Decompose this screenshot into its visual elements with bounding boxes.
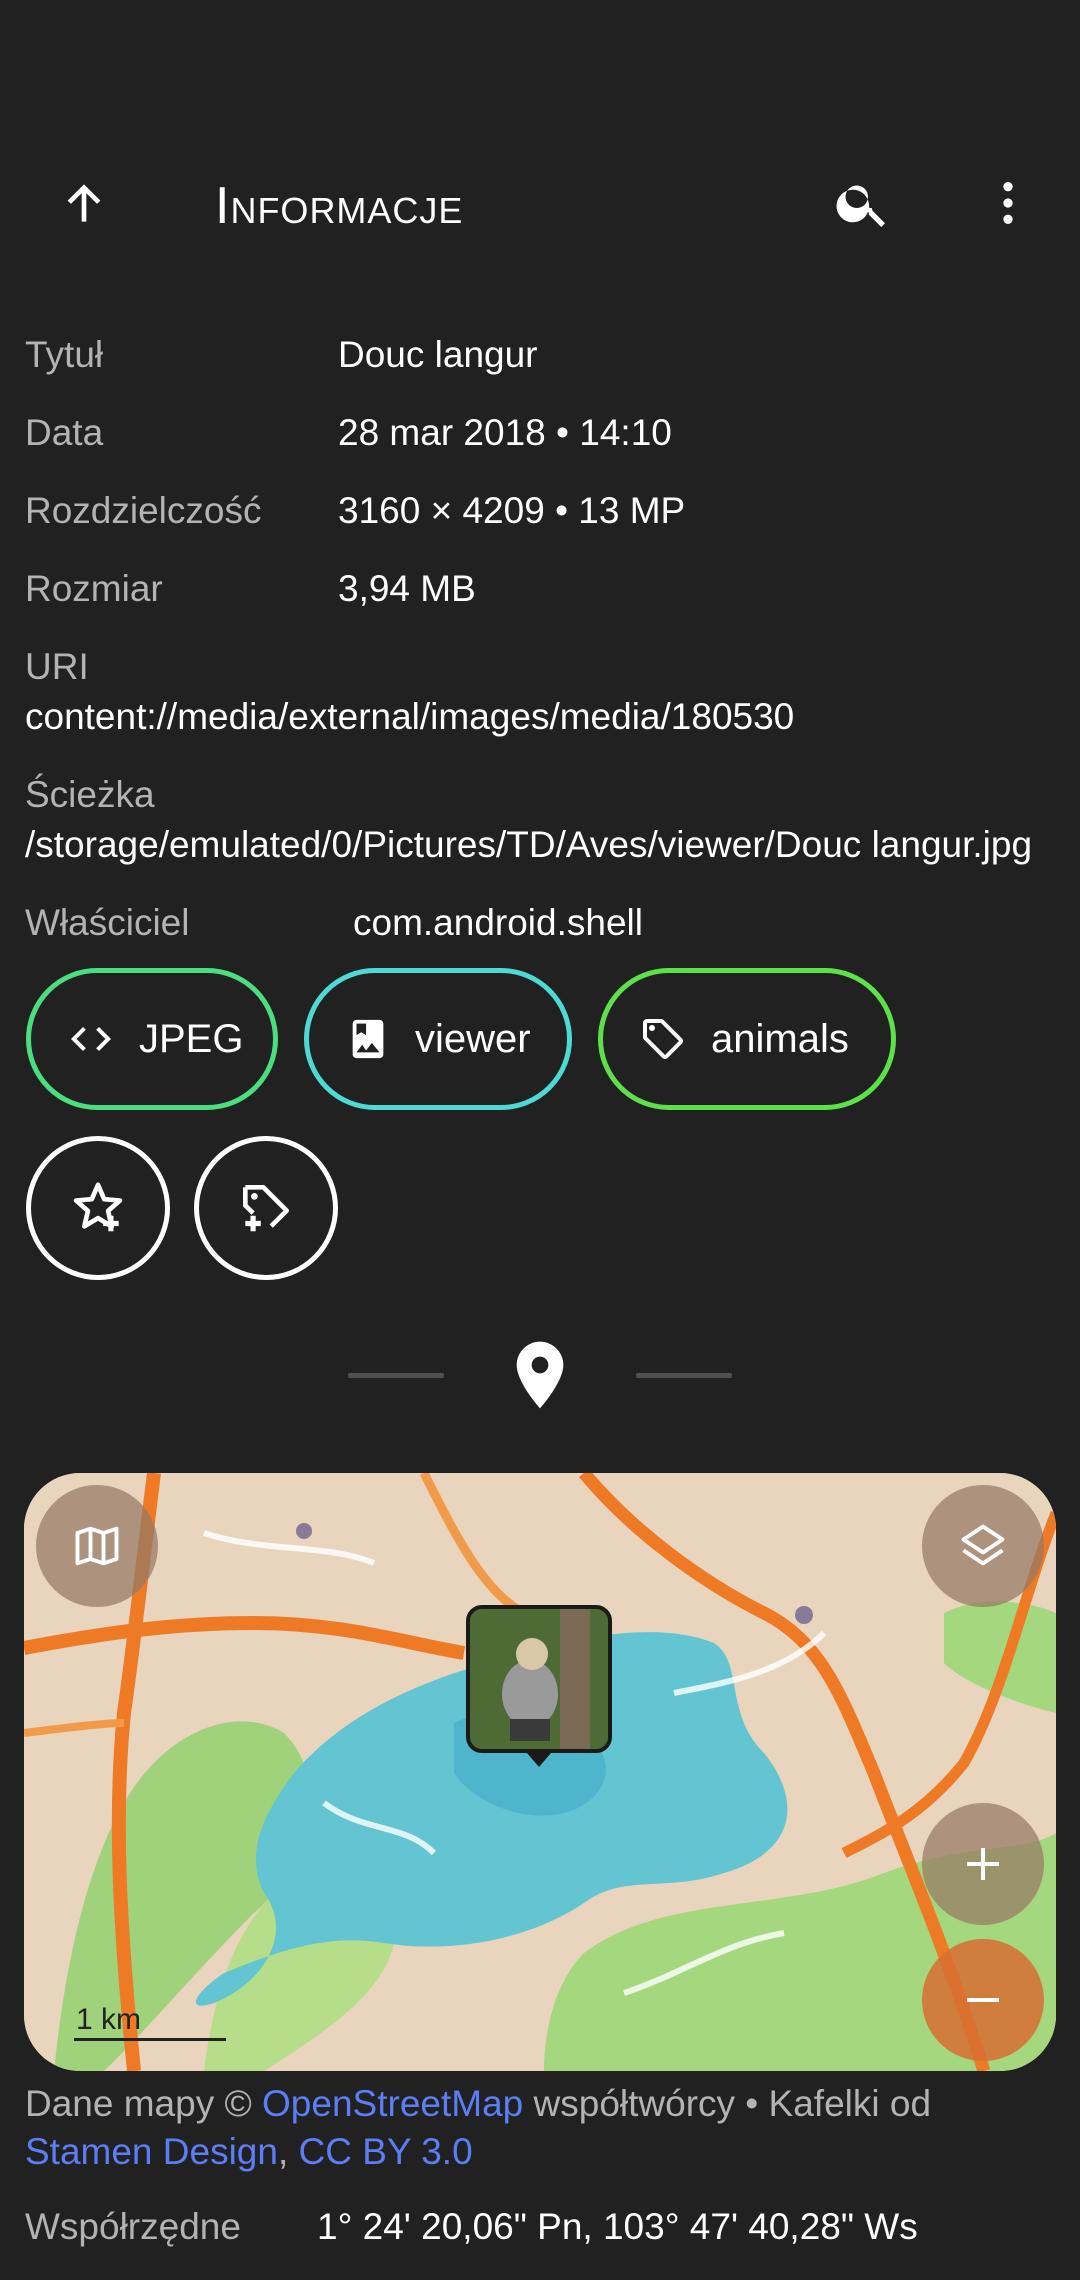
map-style-button[interactable] bbox=[36, 1485, 158, 1607]
info-label: Data bbox=[25, 412, 104, 453]
info-row-uri: URI content://media/external/images/media… bbox=[25, 642, 1055, 742]
info-value: 28 mar 2018 • 14:10 bbox=[338, 412, 672, 453]
location-pin-icon bbox=[500, 1332, 580, 1423]
layers-icon bbox=[961, 1524, 1005, 1566]
info-list: Tytuł Douc langur Data 28 mar 2018 • 14:… bbox=[25, 330, 1055, 976]
attribution-prefix: Dane mapy © bbox=[25, 2083, 263, 2124]
chip-label: JPEG bbox=[139, 1016, 244, 1061]
more-vert-icon[interactable] bbox=[960, 155, 1056, 251]
license-link[interactable]: CC BY 3.0 bbox=[299, 2131, 473, 2172]
chip-mime-type[interactable]: JPEG bbox=[26, 968, 278, 1110]
info-value: /storage/emulated/0/Pictures/TD/Aves/vie… bbox=[25, 824, 1033, 865]
tag-add-icon bbox=[243, 1185, 289, 1232]
photo-album-icon bbox=[352, 1019, 384, 1059]
divider-right bbox=[636, 1373, 732, 1378]
marker-pointer bbox=[527, 1753, 551, 1767]
info-value: 3160 × 4209 • 13 MP bbox=[338, 490, 686, 531]
info-row-size: Rozmiar 3,94 MB bbox=[25, 564, 1055, 642]
zoom-in-button[interactable] bbox=[922, 1803, 1044, 1925]
zoom-out-button[interactable] bbox=[922, 1939, 1044, 2061]
code-icon bbox=[71, 1027, 111, 1051]
info-label: Rozdzielczość bbox=[25, 490, 262, 531]
info-label: Współrzędne bbox=[25, 2206, 241, 2247]
photo-thumbnail bbox=[470, 1609, 608, 1749]
info-row-date: Data 28 mar 2018 • 14:10 bbox=[25, 408, 1055, 486]
info-label: URI bbox=[25, 646, 89, 687]
chip-tag[interactable]: animals bbox=[598, 968, 896, 1110]
info-value: com.android.shell bbox=[353, 902, 643, 943]
plus-icon bbox=[967, 1848, 999, 1880]
info-value: content://media/external/images/media/18… bbox=[25, 696, 795, 737]
info-label: Ścieżka bbox=[25, 774, 155, 815]
map-icon bbox=[75, 1526, 119, 1566]
app-bar: Informacje bbox=[0, 150, 1080, 260]
info-row-resolution: Rozdzielczość 3160 × 4209 • 13 MP bbox=[25, 486, 1055, 564]
info-label: Rozmiar bbox=[25, 568, 163, 609]
osm-link[interactable]: OpenStreetMap bbox=[262, 2083, 523, 2124]
attribution-middle: współtwórcy • Kafelki od bbox=[523, 2083, 932, 2124]
info-label: Tytuł bbox=[25, 334, 104, 375]
add-favourite-button[interactable] bbox=[26, 1136, 170, 1280]
search-icon[interactable] bbox=[815, 155, 911, 251]
minus-icon bbox=[967, 1998, 999, 2002]
info-row-path: Ścieżka/storage/emulated/0/Pictures/TD/A… bbox=[25, 770, 1055, 870]
divider-left bbox=[348, 1373, 444, 1378]
map-view[interactable]: 1 km bbox=[24, 1473, 1056, 2071]
map-layers-button[interactable] bbox=[922, 1485, 1044, 1607]
info-row-owner: Właściciel com.android.shell bbox=[25, 898, 1055, 976]
add-tag-button[interactable] bbox=[194, 1136, 338, 1280]
info-label: Właściciel bbox=[25, 902, 190, 943]
info-value: 3,94 MB bbox=[338, 568, 476, 609]
stamen-link[interactable]: Stamen Design bbox=[25, 2131, 278, 2172]
page-title: Informacje bbox=[215, 177, 464, 235]
tag-icon bbox=[643, 1019, 683, 1059]
map-attribution: Dane mapy © OpenStreetMap współtwórcy • … bbox=[25, 2080, 1065, 2176]
star-add-icon bbox=[73, 1182, 123, 1232]
map-tiles bbox=[24, 1473, 1056, 2071]
photo-marker[interactable] bbox=[466, 1605, 612, 1753]
scale-label: 1 km bbox=[76, 2003, 142, 2036]
chip-label: viewer bbox=[415, 1016, 531, 1061]
arrow-up-icon[interactable] bbox=[36, 155, 132, 251]
chip-album[interactable]: viewer bbox=[304, 968, 572, 1110]
attribution-separator: , bbox=[277, 2131, 299, 2172]
info-value: Douc langur bbox=[338, 334, 538, 375]
info-value: 1° 24' 20,06" Pn, 103° 47' 40,28" Ws bbox=[317, 2206, 918, 2247]
info-row-title: Tytuł Douc langur bbox=[25, 330, 1055, 408]
chip-label: animals bbox=[711, 1016, 849, 1061]
map-scale: 1 km bbox=[74, 2003, 226, 2041]
